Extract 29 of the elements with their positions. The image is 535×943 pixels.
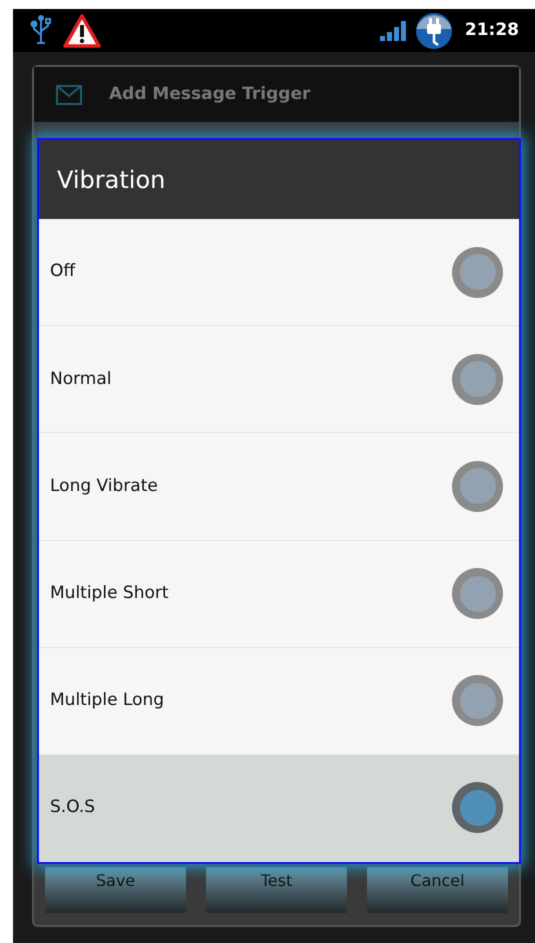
radio-button[interactable] (452, 354, 503, 405)
option-label: Off (50, 260, 76, 284)
option-row[interactable]: Multiple Short (39, 540, 519, 648)
option-row[interactable]: Off (39, 219, 519, 326)
clock: 21:28 (464, 18, 519, 42)
charging-icon (414, 12, 453, 50)
dialog-title: Vibration (57, 164, 166, 196)
option-label: Long Vibrate (50, 474, 159, 498)
radio-button[interactable] (452, 246, 503, 298)
option-label: Multiple Long (50, 689, 166, 712)
option-row[interactable]: Multiple Long (39, 648, 519, 755)
dialog-button[interactable]: Test (206, 867, 347, 913)
radio-button[interactable] (452, 568, 503, 620)
warning-icon (63, 14, 101, 48)
option-row[interactable]: Normal (39, 326, 519, 434)
option-row[interactable]: S.O.S (39, 754, 519, 862)
radio-button[interactable] (452, 782, 503, 834)
option-label: Multiple Short (50, 582, 170, 605)
envelope-icon (56, 84, 82, 104)
signal-icon (378, 20, 409, 42)
option-label: S.O.S (50, 796, 96, 820)
usb-icon (29, 14, 53, 46)
dialog-button[interactable]: Save (45, 867, 186, 913)
radio-button[interactable] (452, 460, 503, 512)
dialog-title: Add Message Trigger (109, 82, 310, 106)
dialog-button[interactable]: Cancel (367, 867, 508, 913)
option-label: Normal (50, 368, 113, 390)
radio-button[interactable] (452, 675, 503, 726)
option-row[interactable]: Long Vibrate (39, 433, 519, 541)
